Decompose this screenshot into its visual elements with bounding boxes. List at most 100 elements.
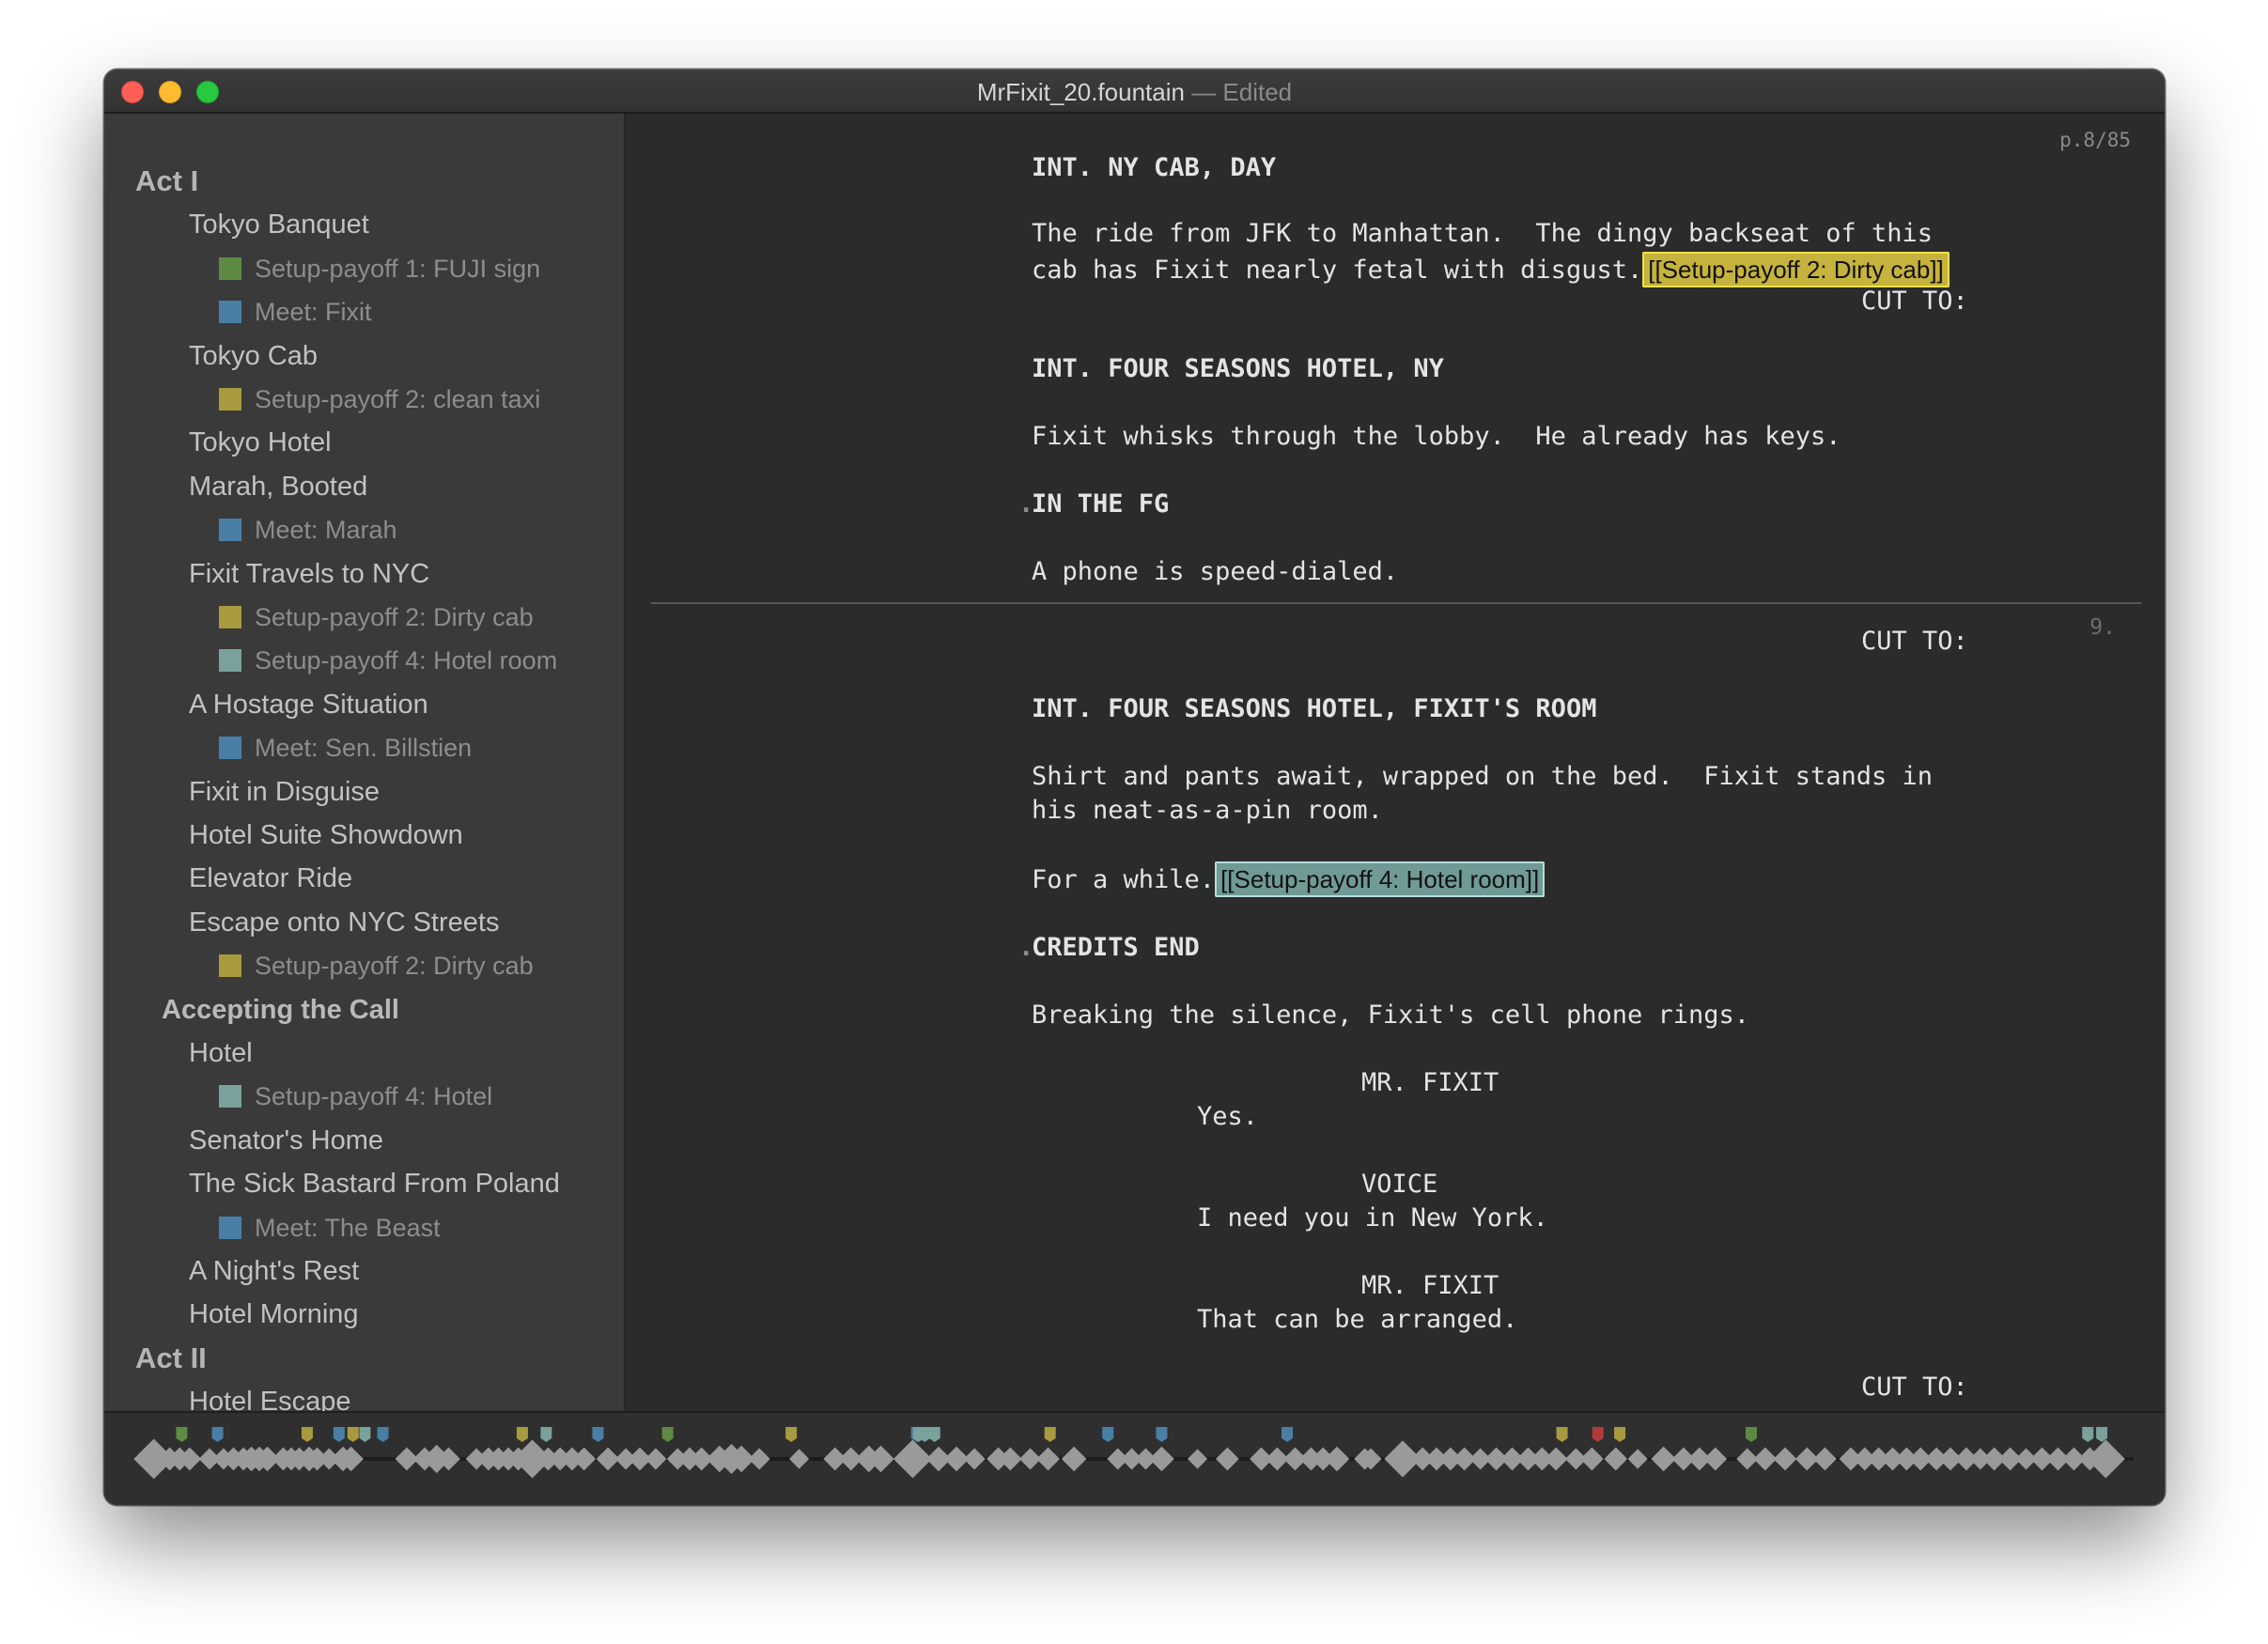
outline-label: Hotel Morning (189, 1299, 359, 1330)
timeline-scene-marker (2086, 1439, 2125, 1479)
shot-text: IN THE FG (1032, 489, 1170, 519)
timeline-note-flag (1592, 1427, 1604, 1442)
shot-heading[interactable]: . IN THE FG (1018, 488, 1170, 521)
outline-scene-hotel-suite-showdown[interactable]: Hotel Suite Showdown (189, 814, 463, 856)
action-line[interactable]: A phone is speed-dialed. (1032, 555, 1398, 589)
character-name[interactable]: MR. FIXIT (1361, 1066, 1499, 1100)
outline-scene-the-sick-bastard-from-poland[interactable]: The Sick Bastard From Poland (189, 1163, 560, 1204)
timeline-note-flag (1102, 1427, 1114, 1442)
outline-note-meet-marah[interactable]: Meet: Marah (219, 509, 397, 551)
timeline-scene-marker (1813, 1447, 1837, 1471)
action-line[interactable]: cab has Fixit nearly fetal with disgust.… (1032, 252, 1950, 287)
page-indicator: p.8/85 (2059, 129, 2131, 151)
outline-scene-hotel-morning[interactable]: Hotel Morning (189, 1294, 359, 1335)
window-title: MrFixit_20.fountain — Edited (104, 78, 2165, 107)
edited-status: — Edited (1191, 78, 1293, 106)
timeline-note-flag (301, 1427, 313, 1442)
timeline-note-flag (516, 1427, 528, 1442)
outline-scene-marah-booted[interactable]: Marah, Booted (189, 466, 367, 507)
note-color-swatch (219, 954, 241, 978)
outline-scene-tokyo-hotel[interactable]: Tokyo Hotel (189, 422, 332, 463)
outline-label: Hotel (189, 1038, 253, 1068)
outline-note-setup-payoff-4-hotel-room[interactable]: Setup-payoff 4: Hotel room (219, 640, 557, 681)
action-line[interactable]: Fixit whisks through the lobby. He alrea… (1032, 420, 1841, 454)
timeline-scene-marker (1324, 1446, 1350, 1472)
outline-note-setup-payoff-1-fuji-sign[interactable]: Setup-payoff 1: FUJI sign (219, 248, 540, 289)
outline-label: Setup-payoff 4: Hotel (255, 1082, 493, 1111)
outline-scene-hotel[interactable]: Hotel (189, 1032, 253, 1074)
outline-note-meet-sen-billstien[interactable]: Meet: Sen. Billstien (219, 727, 472, 768)
note-color-swatch (219, 737, 241, 760)
outline-label: Marah, Booted (189, 471, 368, 502)
outline-note-setup-payoff-4-hotel[interactable]: Setup-payoff 4: Hotel (219, 1076, 492, 1117)
action-line[interactable]: Breaking the silence, Fixit's cell phone… (1032, 999, 1749, 1032)
note-highlight-hotel-room[interactable]: [[Setup-payoff 4: Hotel room]] (1215, 861, 1546, 897)
timeline-note-flag (1745, 1427, 1757, 1442)
character-name[interactable]: MR. FIXIT (1361, 1269, 1499, 1303)
action-line[interactable]: For a while. [[Setup-payoff 4: Hotel room… (1032, 861, 1546, 897)
timeline-note-flag (785, 1427, 798, 1442)
timeline-scene-marker (572, 1447, 597, 1471)
app-window: MrFixit_20.fountain — Edited Act I Tokyo … (104, 70, 2165, 1505)
timeline-scene-marker (1703, 1447, 1728, 1471)
transition[interactable]: CUT TO: (1861, 285, 1968, 318)
shot-heading[interactable]: . CREDITS END (1018, 931, 1200, 965)
outline-scene-a-hostage-situation[interactable]: A Hostage Situation (189, 684, 428, 725)
note-color-swatch (219, 1085, 241, 1109)
shot-marker: . (1018, 933, 1034, 962)
scene-heading[interactable]: INT. NY CAB, DAY (1032, 151, 1276, 185)
outline-label: Meet: Marah (255, 516, 397, 545)
outline-scene-escape-onto-nyc-streets[interactable]: Escape onto NYC Streets (189, 902, 499, 943)
outline-scene-fixit-in-disguise[interactable]: Fixit in Disguise (189, 771, 380, 813)
timeline-note-flag (359, 1427, 371, 1442)
dialogue[interactable]: That can be arranged. (1197, 1303, 1517, 1337)
outline-label: Fixit Travels to NYC (189, 558, 430, 589)
timeline-bar[interactable] (104, 1411, 2165, 1505)
outline-label: Escape onto NYC Streets (189, 907, 500, 938)
timeline-note-flag (1556, 1427, 1568, 1442)
outline-note-meet-the-beast[interactable]: Meet: The Beast (219, 1207, 441, 1249)
script-editor[interactable]: p.8/85 INT. NY CAB, DAY The ride from JF… (626, 114, 2165, 1478)
outline-label: Meet: Sen. Billstien (255, 734, 473, 763)
outline-scene-tokyo-banquet[interactable]: Tokyo Banquet (189, 204, 369, 245)
title-bar[interactable]: MrFixit_20.fountain — Edited (104, 70, 2165, 114)
action-line[interactable]: his neat-as-a-pin room. (1032, 794, 1383, 828)
outline-seq-accepting-the-call[interactable]: Accepting the Call (162, 989, 399, 1031)
note-color-swatch (219, 256, 241, 280)
action-line[interactable]: Shirt and pants await, wrapped on the be… (1032, 760, 1933, 794)
outline-act-act-ii[interactable]: Act II (135, 1338, 207, 1379)
outline-list: Act I Tokyo Banquet Setup-payoff 1: FUJI s… (104, 114, 624, 1478)
outline-sidebar[interactable]: Act I Tokyo Banquet Setup-payoff 1: FUJI s… (104, 114, 626, 1478)
outline-label: Meet: Fixit (255, 298, 372, 327)
timeline-scene-marker (1216, 1447, 1239, 1471)
outline-scene-elevator-ride[interactable]: Elevator Ride (189, 858, 352, 899)
transition[interactable]: CUT TO: (1861, 1371, 1968, 1404)
outline-scene-fixit-travels-to-nyc[interactable]: Fixit Travels to NYC (189, 553, 429, 595)
scene-heading[interactable]: INT. FOUR SEASONS HOTEL, NY (1032, 352, 1444, 386)
timeline-note-flag (1156, 1427, 1168, 1442)
outline-scene-a-night-s-rest[interactable]: A Night's Rest (189, 1250, 359, 1292)
timeline-note-flag (333, 1427, 345, 1442)
timeline-scene-marker (645, 1448, 667, 1470)
note-color-swatch (219, 388, 241, 411)
timeline-scene-marker (1061, 1446, 1087, 1472)
timeline-note-flag (176, 1427, 188, 1442)
note-highlight-dirty-cab[interactable]: [[Setup-payoff 2: Dirty cab]] (1642, 252, 1950, 287)
timeline-scene-marker (1544, 1447, 1568, 1471)
outline-note-setup-payoff-2-clean-taxi[interactable]: Setup-payoff 2: clean taxi (219, 379, 540, 420)
outline-act-act-i[interactable]: Act I (135, 161, 198, 202)
timeline-graphic[interactable] (104, 1413, 2165, 1505)
outline-note-setup-payoff-2-dirty-cab[interactable]: Setup-payoff 2: Dirty cab (219, 597, 534, 638)
dialogue[interactable]: Yes. (1197, 1100, 1258, 1134)
transition[interactable]: CUT TO: (1861, 625, 1968, 659)
outline-scene-senator-s-home[interactable]: Senator's Home (189, 1120, 383, 1161)
outline-note-setup-payoff-2-dirty-cab[interactable]: Setup-payoff 2: Dirty cab (219, 945, 534, 986)
outline-label: Fixit in Disguise (189, 776, 381, 807)
timeline-note-flag (1282, 1427, 1293, 1442)
outline-scene-tokyo-cab[interactable]: Tokyo Cab (189, 335, 318, 377)
character-name[interactable]: VOICE (1361, 1168, 1437, 1202)
scene-heading[interactable]: INT. FOUR SEASONS HOTEL, FIXIT'S ROOM (1032, 692, 1596, 726)
outline-note-meet-fixit[interactable]: Meet: Fixit (219, 291, 372, 333)
action-line[interactable]: The ride from JFK to Manhattan. The ding… (1032, 217, 1933, 251)
dialogue[interactable]: I need you in New York. (1197, 1202, 1548, 1235)
